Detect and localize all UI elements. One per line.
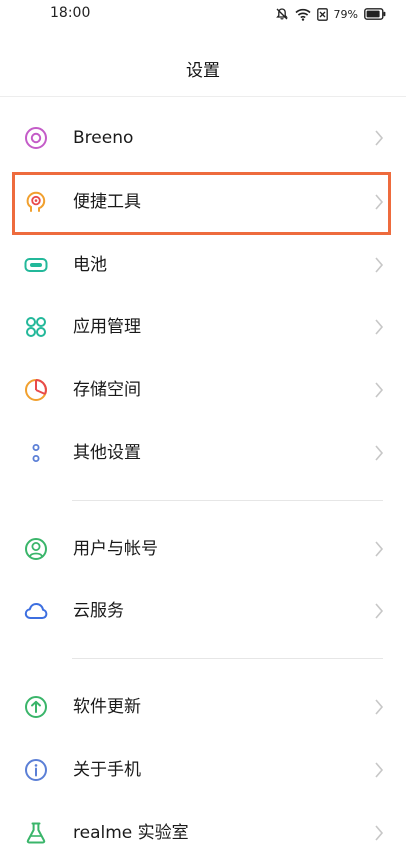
- settings-item-storage[interactable]: 存储空间: [0, 359, 406, 421]
- settings-item-label: realme 实验室: [73, 823, 189, 843]
- page-title: 设置: [186, 61, 220, 81]
- group-divider: [72, 658, 383, 659]
- no-sim-icon: [316, 7, 328, 21]
- settings-item-convenience-tools[interactable]: 便捷工具: [0, 171, 406, 233]
- app-management-icon: [24, 315, 48, 339]
- settings-item-label: 其他设置: [73, 443, 141, 463]
- settings-item-app-management[interactable]: 应用管理: [0, 296, 406, 358]
- group-divider: [72, 500, 383, 501]
- settings-item-label: 便捷工具: [73, 192, 141, 212]
- settings-item-breeno[interactable]: Breeno: [0, 107, 406, 169]
- convenience-tools-icon: [24, 190, 48, 214]
- header-divider: [0, 96, 406, 97]
- settings-item-label: 存储空间: [73, 380, 141, 400]
- chevron-right-icon: [374, 761, 384, 779]
- settings-item-battery[interactable]: 电池: [0, 234, 406, 296]
- settings-item-label: 电池: [73, 255, 107, 275]
- settings-item-label: 应用管理: [73, 317, 141, 337]
- settings-item-other-settings[interactable]: 其他设置: [0, 422, 406, 484]
- chevron-right-icon: [374, 318, 384, 336]
- settings-item-label: 用户与帐号: [73, 539, 158, 559]
- settings-item-label: 关于手机: [73, 760, 141, 780]
- settings-item-label: Breeno: [73, 128, 134, 148]
- chevron-right-icon: [374, 540, 384, 558]
- chevron-right-icon: [374, 602, 384, 620]
- settings-item-software-update[interactable]: 软件更新: [0, 676, 406, 738]
- breeno-icon: [24, 126, 48, 150]
- storage-icon: [24, 378, 48, 402]
- chevron-right-icon: [374, 698, 384, 716]
- other-settings-icon: [24, 441, 48, 465]
- chevron-right-icon: [374, 193, 384, 211]
- settings-item-label: 软件更新: [73, 697, 141, 717]
- settings-item-cloud-service[interactable]: 云服务: [0, 580, 406, 642]
- status-icons: 79%: [275, 5, 386, 23]
- mute-bell-icon: [275, 7, 289, 21]
- battery-icon: [24, 253, 48, 277]
- settings-item-label: 云服务: [73, 601, 124, 621]
- cloud-icon: [24, 599, 48, 623]
- software-update-icon: [24, 695, 48, 719]
- status-bar: 18:00 79%: [0, 0, 406, 28]
- settings-item-user-account[interactable]: 用户与帐号: [0, 518, 406, 580]
- user-account-icon: [24, 537, 48, 561]
- settings-item-about-phone[interactable]: 关于手机: [0, 739, 406, 801]
- lab-flask-icon: [24, 821, 48, 845]
- wifi-icon: [295, 8, 311, 21]
- battery-icon: [364, 8, 386, 20]
- status-time: 18:00: [50, 5, 91, 21]
- settings-item-realme-lab[interactable]: realme 实验室: [0, 802, 406, 864]
- chevron-right-icon: [374, 129, 384, 147]
- about-phone-icon: [24, 758, 48, 782]
- chevron-right-icon: [374, 824, 384, 842]
- chevron-right-icon: [374, 444, 384, 462]
- chevron-right-icon: [374, 381, 384, 399]
- battery-percent: 79%: [333, 7, 358, 21]
- chevron-right-icon: [374, 256, 384, 274]
